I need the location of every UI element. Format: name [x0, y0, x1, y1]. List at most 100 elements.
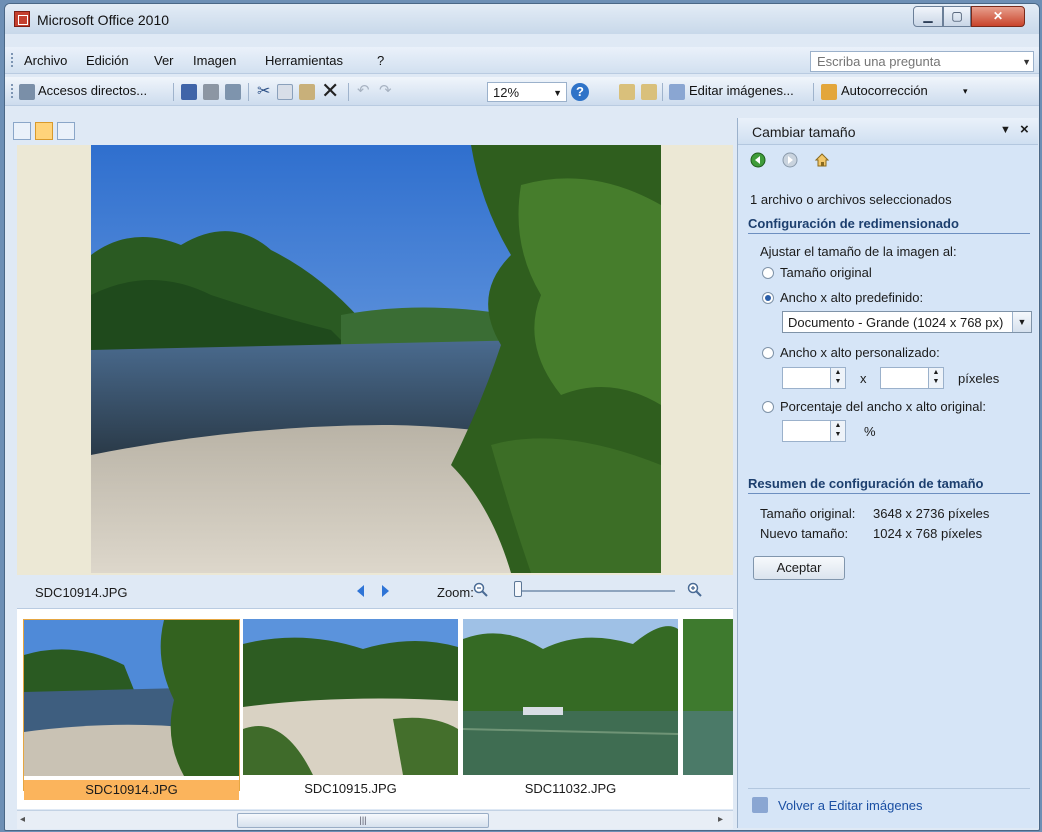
- thumbnail-caption: SDC11032.JPG: [524, 781, 617, 796]
- thumbnail-caption: SDC10914.JPG: [24, 780, 239, 800]
- office-app-icon: [14, 11, 30, 27]
- toolbar-separator: [348, 83, 349, 101]
- custom-size-option[interactable]: Ancho x alto personalizado:: [780, 345, 940, 360]
- copy-icon[interactable]: [277, 84, 293, 100]
- radio-predefined-size[interactable]: [762, 292, 774, 304]
- autocorrect-button[interactable]: Autocorrección: [841, 83, 928, 101]
- menu-edicion[interactable]: Edición: [86, 53, 129, 68]
- ask-question-box[interactable]: ▼: [810, 51, 1034, 72]
- custom-unit-label: píxeles: [958, 371, 1000, 386]
- new-size-label: Nuevo tamaño:: [760, 526, 849, 541]
- original-size-option[interactable]: Tamaño original: [780, 265, 872, 280]
- zoom-in-icon[interactable]: [687, 582, 703, 598]
- predefined-size-value: Documento - Grande (1024 x 768 px): [788, 315, 1004, 330]
- print-icon[interactable]: [203, 84, 219, 100]
- chevron-down-icon[interactable]: ▼: [1022, 57, 1031, 67]
- cut-icon[interactable]: ✂: [257, 81, 270, 100]
- predefined-size-select[interactable]: Documento - Grande (1024 x 768 px) ▼: [782, 311, 1032, 333]
- zoom-combo[interactable]: 12% ▼: [487, 82, 567, 102]
- task-pane-title: Cambiar tamaño: [752, 124, 856, 140]
- close-button[interactable]: ✕: [971, 6, 1025, 27]
- zoom-slider-track[interactable]: [515, 590, 675, 592]
- close-icon[interactable]: ×: [1020, 121, 1029, 138]
- menu-herramientas[interactable]: Herramientas: [265, 53, 343, 68]
- percent-size-option[interactable]: Porcentaje del ancho x alto original:: [780, 399, 986, 414]
- paste-icon[interactable]: [299, 84, 315, 100]
- accept-button[interactable]: Aceptar: [753, 556, 845, 580]
- navigation-bar: SDC10914.JPG Zoom:: [17, 577, 733, 607]
- predefined-size-option[interactable]: Ancho x alto predefinido:: [780, 290, 923, 305]
- email-icon[interactable]: [225, 84, 241, 100]
- undo-icon[interactable]: ↶: [357, 81, 370, 99]
- thumbnail-caption: SDC10915.JPG: [304, 781, 397, 796]
- home-icon[interactable]: [814, 152, 830, 168]
- view-mode-bar: [5, 118, 733, 144]
- scroll-left-icon[interactable]: ◂: [20, 814, 25, 825]
- filmstrip-item[interactable]: SDC10915.JPG: [243, 619, 458, 796]
- stepper-arrows-icon[interactable]: ▲ ▼: [928, 368, 943, 388]
- radio-original-size[interactable]: [762, 267, 774, 279]
- task-pane-header: Cambiar tamaño ▼ ×: [738, 118, 1038, 145]
- menu-archivo[interactable]: Archivo: [24, 53, 67, 68]
- toolbar-options-icon[interactable]: ▾: [963, 86, 968, 104]
- percent-stepper[interactable]: ▲ ▼: [782, 420, 846, 442]
- toolbar-separator: [173, 83, 174, 101]
- radio-percent-size[interactable]: [762, 401, 774, 413]
- rotate-left-icon[interactable]: [619, 84, 635, 100]
- help-icon[interactable]: ?: [571, 83, 589, 101]
- menu-imagen[interactable]: Imagen: [193, 53, 236, 68]
- stepper-arrows-icon[interactable]: ▲ ▼: [830, 421, 845, 441]
- chevron-down-icon[interactable]: ▼: [1012, 312, 1031, 332]
- filmstrip-item[interactable]: SDC11032.JPG: [463, 619, 678, 796]
- edit-images-icon: [752, 797, 768, 813]
- shortcuts-button[interactable]: Accesos directos...: [38, 83, 147, 101]
- current-file-name: SDC10914.JPG: [35, 585, 128, 600]
- single-picture-view-icon[interactable]: [57, 122, 75, 140]
- main-picture[interactable]: [91, 145, 661, 573]
- filmstrip-item[interactable]: [683, 619, 733, 789]
- edit-images-button[interactable]: Editar imágenes...: [689, 83, 794, 101]
- shortcuts-icon: [19, 84, 35, 100]
- river-landscape-image: [91, 145, 661, 573]
- maximize-button[interactable]: ▢: [943, 6, 971, 27]
- previous-arrow-icon[interactable]: [357, 585, 364, 597]
- back-arrow-icon[interactable]: [750, 152, 766, 168]
- original-size-value: 3648 x 2736 píxeles: [873, 506, 990, 521]
- selection-count: 1 archivo o archivos seleccionados: [750, 192, 952, 207]
- percent-input[interactable]: [783, 421, 819, 441]
- rotate-right-icon[interactable]: [641, 84, 657, 100]
- delete-icon[interactable]: ✕: [321, 78, 339, 103]
- scroll-right-icon[interactable]: ▸: [718, 814, 723, 825]
- ask-question-input[interactable]: [815, 52, 1009, 71]
- thumbnail-image: [683, 619, 733, 775]
- zoom-out-icon[interactable]: [473, 582, 489, 598]
- save-icon[interactable]: [181, 84, 197, 100]
- filmstrip-item[interactable]: SDC10914.JPG: [23, 619, 240, 800]
- custom-height-input[interactable]: [881, 368, 917, 388]
- filmstrip-view-icon[interactable]: [35, 122, 53, 140]
- radio-custom-size[interactable]: [762, 347, 774, 359]
- menu-ver[interactable]: Ver: [154, 53, 174, 68]
- thumbnail-image: [24, 620, 239, 776]
- back-to-edit-images-link[interactable]: Volver a Editar imágenes: [778, 798, 923, 813]
- toolbar-grip: [11, 84, 16, 98]
- custom-width-stepper[interactable]: ▲ ▼: [782, 367, 846, 389]
- scrollbar-thumb[interactable]: |||: [237, 813, 489, 828]
- custom-height-stepper[interactable]: ▲ ▼: [880, 367, 944, 389]
- thumbnail-view-icon[interactable]: [13, 122, 31, 140]
- custom-width-input[interactable]: [783, 368, 819, 388]
- stepper-arrows-icon[interactable]: ▲ ▼: [830, 368, 845, 388]
- toolbar-separator: [813, 83, 814, 101]
- chevron-down-icon[interactable]: ▼: [1000, 124, 1011, 136]
- zoom-slider-thumb[interactable]: [514, 581, 522, 597]
- menu-help[interactable]: ?: [377, 53, 384, 68]
- percent-unit-label: %: [864, 424, 876, 439]
- chevron-down-icon[interactable]: ▼: [553, 88, 562, 98]
- filmstrip-scrollbar[interactable]: ◂ ||| ▸: [17, 810, 733, 829]
- redo-icon[interactable]: ↷: [379, 81, 392, 99]
- forward-arrow-icon[interactable]: [782, 152, 798, 168]
- next-arrow-icon[interactable]: [382, 585, 389, 597]
- thumbnail-image: [463, 619, 678, 775]
- minimize-button[interactable]: ▁: [913, 6, 943, 27]
- size-summary-heading: Resumen de configuración de tamaño: [748, 476, 1030, 494]
